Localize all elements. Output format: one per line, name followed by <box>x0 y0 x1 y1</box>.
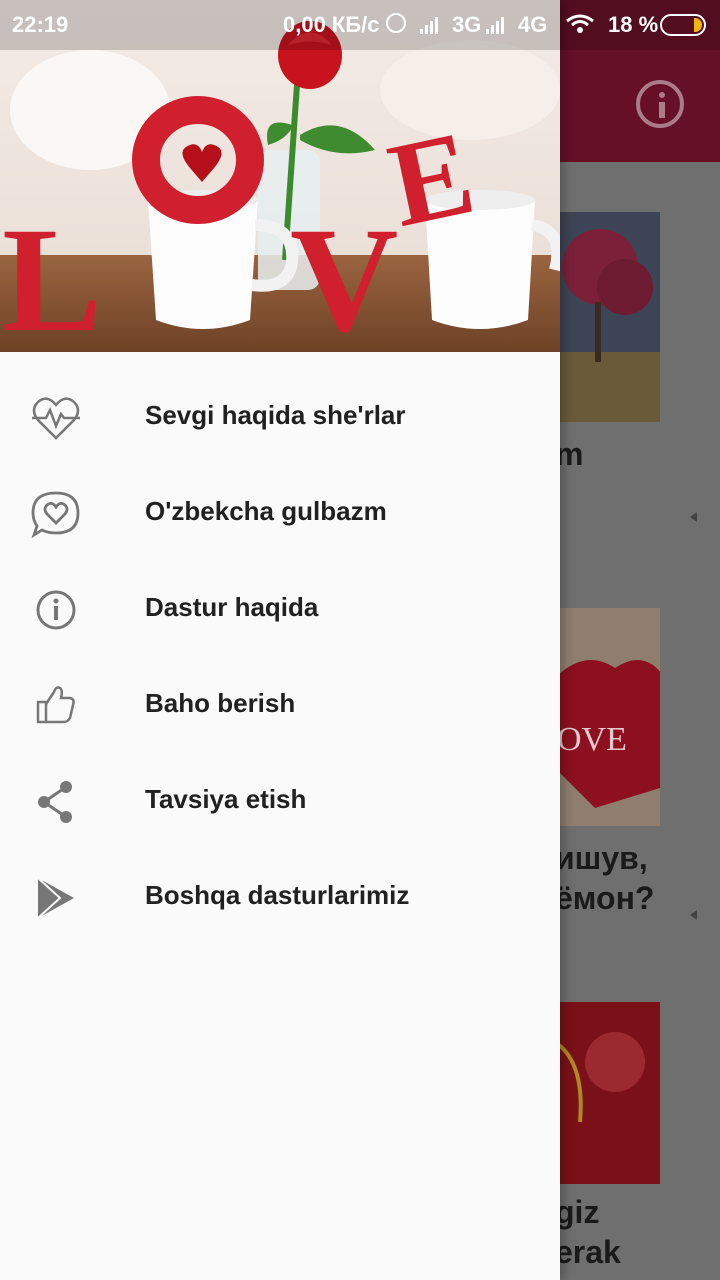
network-4g: 4G <box>518 12 548 37</box>
card-image-text: OVE <box>557 721 627 758</box>
battery-percent: 18 % <box>608 12 659 37</box>
heart-chat-icon <box>31 491 80 538</box>
menu-item-label: O'zbekcha gulbazm <box>145 496 387 526</box>
card-image-tree[interactable] <box>555 212 660 422</box>
drawer-header-image: L V E <box>0 0 560 352</box>
network-3g: 3G <box>452 12 482 37</box>
share-icon <box>38 781 72 823</box>
alarm-icon <box>386 13 406 33</box>
card-title-line1[interactable]: giz <box>555 1192 599 1232</box>
menu-item-about[interactable]: Dastur haqida <box>0 562 560 658</box>
info-icon <box>36 590 76 630</box>
menu-item-gulbazm[interactable]: O'zbekcha gulbazm <box>0 466 560 562</box>
play-store-icon <box>37 877 74 919</box>
menu-item-rate[interactable]: Baho berish <box>0 658 560 754</box>
header-letter: V <box>290 197 398 352</box>
card-image-heart[interactable]: OVE <box>555 608 660 826</box>
menu-item-label: Tavsiya etish <box>145 784 307 814</box>
status-bar: 22:19 0,00 КБ/с 3G 4G 18 % <box>0 0 720 50</box>
menu-item-poems[interactable]: Sevgi haqida she'rlar <box>0 370 560 466</box>
menu-item-label: Baho berish <box>145 688 296 718</box>
navigation-drawer: L V E Sevgi haqida she'rlar O'zbekcha gu… <box>0 0 560 1280</box>
card-image-red[interactable] <box>555 1002 660 1184</box>
menu-item-label: Dastur haqida <box>145 592 319 622</box>
menu-item-other-apps[interactable]: Boshqa dasturlarimiz <box>0 850 560 946</box>
network-speed: 0,00 КБ/с <box>283 12 380 37</box>
signal-icon <box>486 14 508 34</box>
info-icon[interactable] <box>636 80 684 128</box>
card-title-line2[interactable]: erak <box>555 1232 621 1272</box>
heartbeat-icon <box>32 397 80 440</box>
status-time: 22:19 <box>12 12 69 37</box>
menu-item-share[interactable]: Tavsiya etish <box>0 754 560 850</box>
menu-item-label: Boshqa dasturlarimiz <box>145 880 410 910</box>
thumbs-up-icon <box>36 686 75 724</box>
card-title-line2[interactable]: ёмон? <box>555 878 654 918</box>
caret-icon <box>690 910 697 920</box>
drawer-menu: Sevgi haqida she'rlar O'zbekcha gulbazm … <box>0 370 560 946</box>
header-letter: L <box>2 197 102 352</box>
signal-icon <box>420 14 442 34</box>
wifi-icon <box>566 14 594 33</box>
battery-icon <box>660 14 706 36</box>
love-cups-illustration: L V E <box>0 0 560 352</box>
caret-icon <box>690 512 697 522</box>
menu-item-label: Sevgi haqida she'rlar <box>145 400 406 430</box>
card-title-line1[interactable]: ишув, <box>555 838 648 878</box>
